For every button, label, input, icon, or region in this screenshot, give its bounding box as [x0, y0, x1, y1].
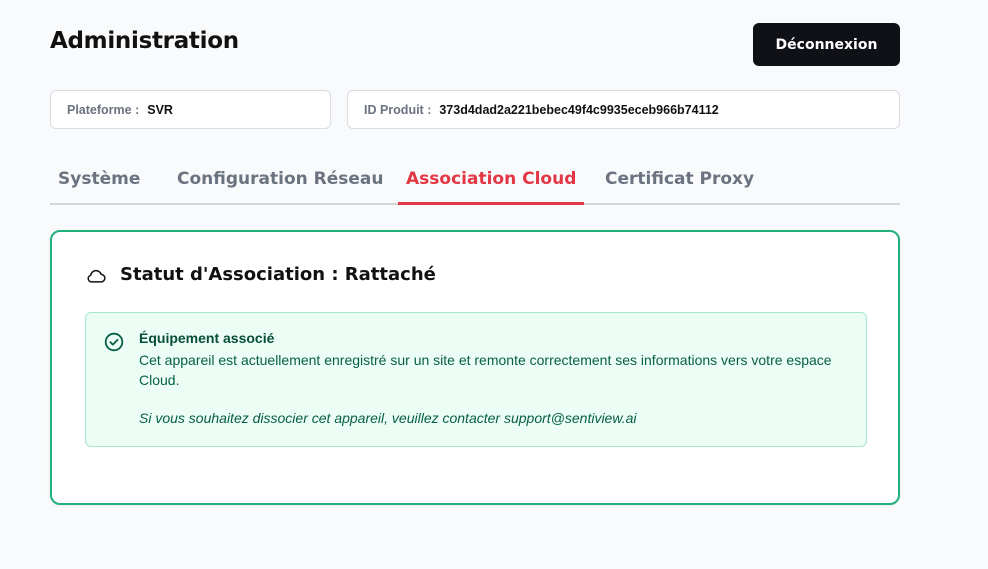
platform-label: Plateforme :: [67, 102, 140, 117]
logout-button[interactable]: Déconnexion: [753, 23, 900, 66]
tab-certificat-proxy[interactable]: Certificat Proxy: [597, 160, 762, 205]
check-circle-icon: [104, 332, 124, 352]
association-status-title: Statut d'Association : Rattaché: [120, 264, 436, 285]
alert-title: Équipement associé: [139, 330, 275, 346]
page-title: Administration: [50, 28, 239, 54]
tab-systeme[interactable]: Système: [50, 160, 148, 205]
tab-configuration-reseau[interactable]: Configuration Réseau: [169, 160, 391, 205]
association-status-card: Statut d'Association : Rattaché Équipeme…: [50, 230, 900, 505]
alert-description: Cet appareil est actuellement enregistré…: [139, 352, 832, 388]
platform-info-box: Plateforme : SVR: [50, 90, 331, 129]
success-alert: Équipement associé Cet appareil est actu…: [85, 312, 867, 447]
platform-value: SVR: [147, 102, 173, 117]
product-id-info-box: ID Produit : 373d4dad2a221bebec49f4c9935…: [347, 90, 900, 129]
tab-association-cloud[interactable]: Association Cloud: [398, 160, 585, 205]
alert-support-note: Si vous souhaitez dissocier cet appareil…: [139, 410, 637, 426]
product-id-label: ID Produit :: [364, 102, 432, 117]
cloud-icon: [87, 269, 106, 283]
product-id-value: 373d4dad2a221bebec49f4c9935eceb966b74112: [439, 102, 719, 117]
tab-bar: Système Configuration Réseau Association…: [50, 160, 900, 205]
